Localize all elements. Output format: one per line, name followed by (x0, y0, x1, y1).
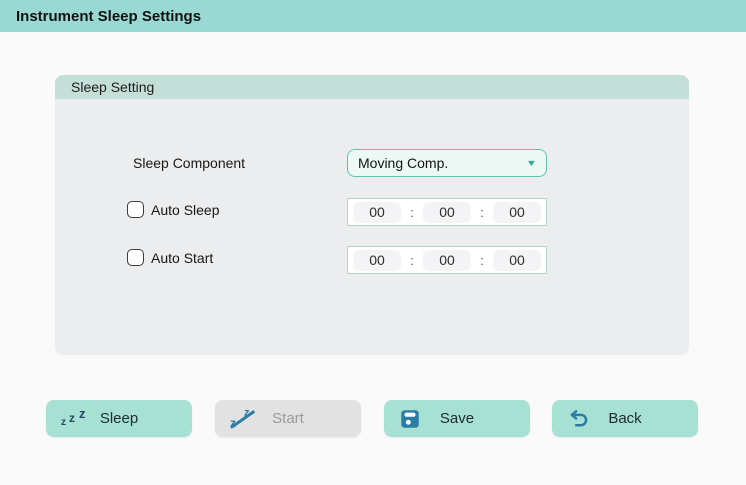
zzz-off-icon: zz (230, 400, 256, 437)
back-button-label: Back (608, 410, 641, 427)
sleep-component-selected-value: Moving Comp. (358, 155, 527, 171)
auto-start-time-input[interactable]: 00 : 00 : 00 (347, 246, 547, 274)
start-button[interactable]: zz Start (215, 400, 361, 437)
save-button[interactable]: Save (384, 400, 530, 437)
sleep-button-label: Sleep (100, 410, 138, 427)
auto-sleep-minutes-field[interactable]: 00 (423, 202, 471, 223)
auto-start-checkbox[interactable] (127, 249, 144, 266)
auto-sleep-hours-field[interactable]: 00 (353, 202, 401, 223)
time-separator: : (480, 253, 484, 268)
auto-start-seconds-field[interactable]: 00 (493, 250, 541, 271)
sleep-component-label: Sleep Component (133, 155, 245, 171)
back-arrow-icon (567, 400, 590, 437)
auto-start-label: Auto Start (151, 250, 213, 266)
auto-start-checkbox-row[interactable]: Auto Start (127, 249, 213, 266)
auto-sleep-time-input[interactable]: 00 : 00 : 00 (347, 198, 547, 226)
sleep-setting-panel-body: Sleep Component Moving Comp. ▼ Auto Slee… (55, 99, 689, 355)
save-floppy-icon (399, 400, 421, 437)
panel-title: Sleep Setting (71, 79, 154, 95)
time-separator: : (480, 205, 484, 220)
sleep-button[interactable]: zzz Sleep (46, 400, 192, 437)
sleep-component-dropdown[interactable]: Moving Comp. ▼ (347, 149, 547, 177)
sleep-setting-panel: Sleep Setting Sleep Component Moving Com… (55, 75, 689, 355)
auto-sleep-checkbox-row[interactable]: Auto Sleep (127, 201, 220, 218)
back-button[interactable]: Back (552, 400, 698, 437)
sleep-setting-panel-header: Sleep Setting (55, 75, 689, 99)
auto-start-hours-field[interactable]: 00 (353, 250, 401, 271)
time-separator: : (410, 253, 414, 268)
save-button-label: Save (440, 410, 474, 427)
auto-start-minutes-field[interactable]: 00 (423, 250, 471, 271)
page-title: Instrument Sleep Settings (16, 8, 201, 25)
start-button-label: Start (272, 410, 304, 427)
time-separator: : (410, 205, 414, 220)
title-bar: Instrument Sleep Settings (0, 0, 746, 32)
auto-sleep-seconds-field[interactable]: 00 (493, 202, 541, 223)
auto-sleep-checkbox[interactable] (127, 201, 144, 218)
auto-sleep-label: Auto Sleep (151, 202, 220, 218)
chevron-down-icon: ▼ (526, 158, 537, 168)
zzz-icon: zzz (61, 400, 91, 437)
